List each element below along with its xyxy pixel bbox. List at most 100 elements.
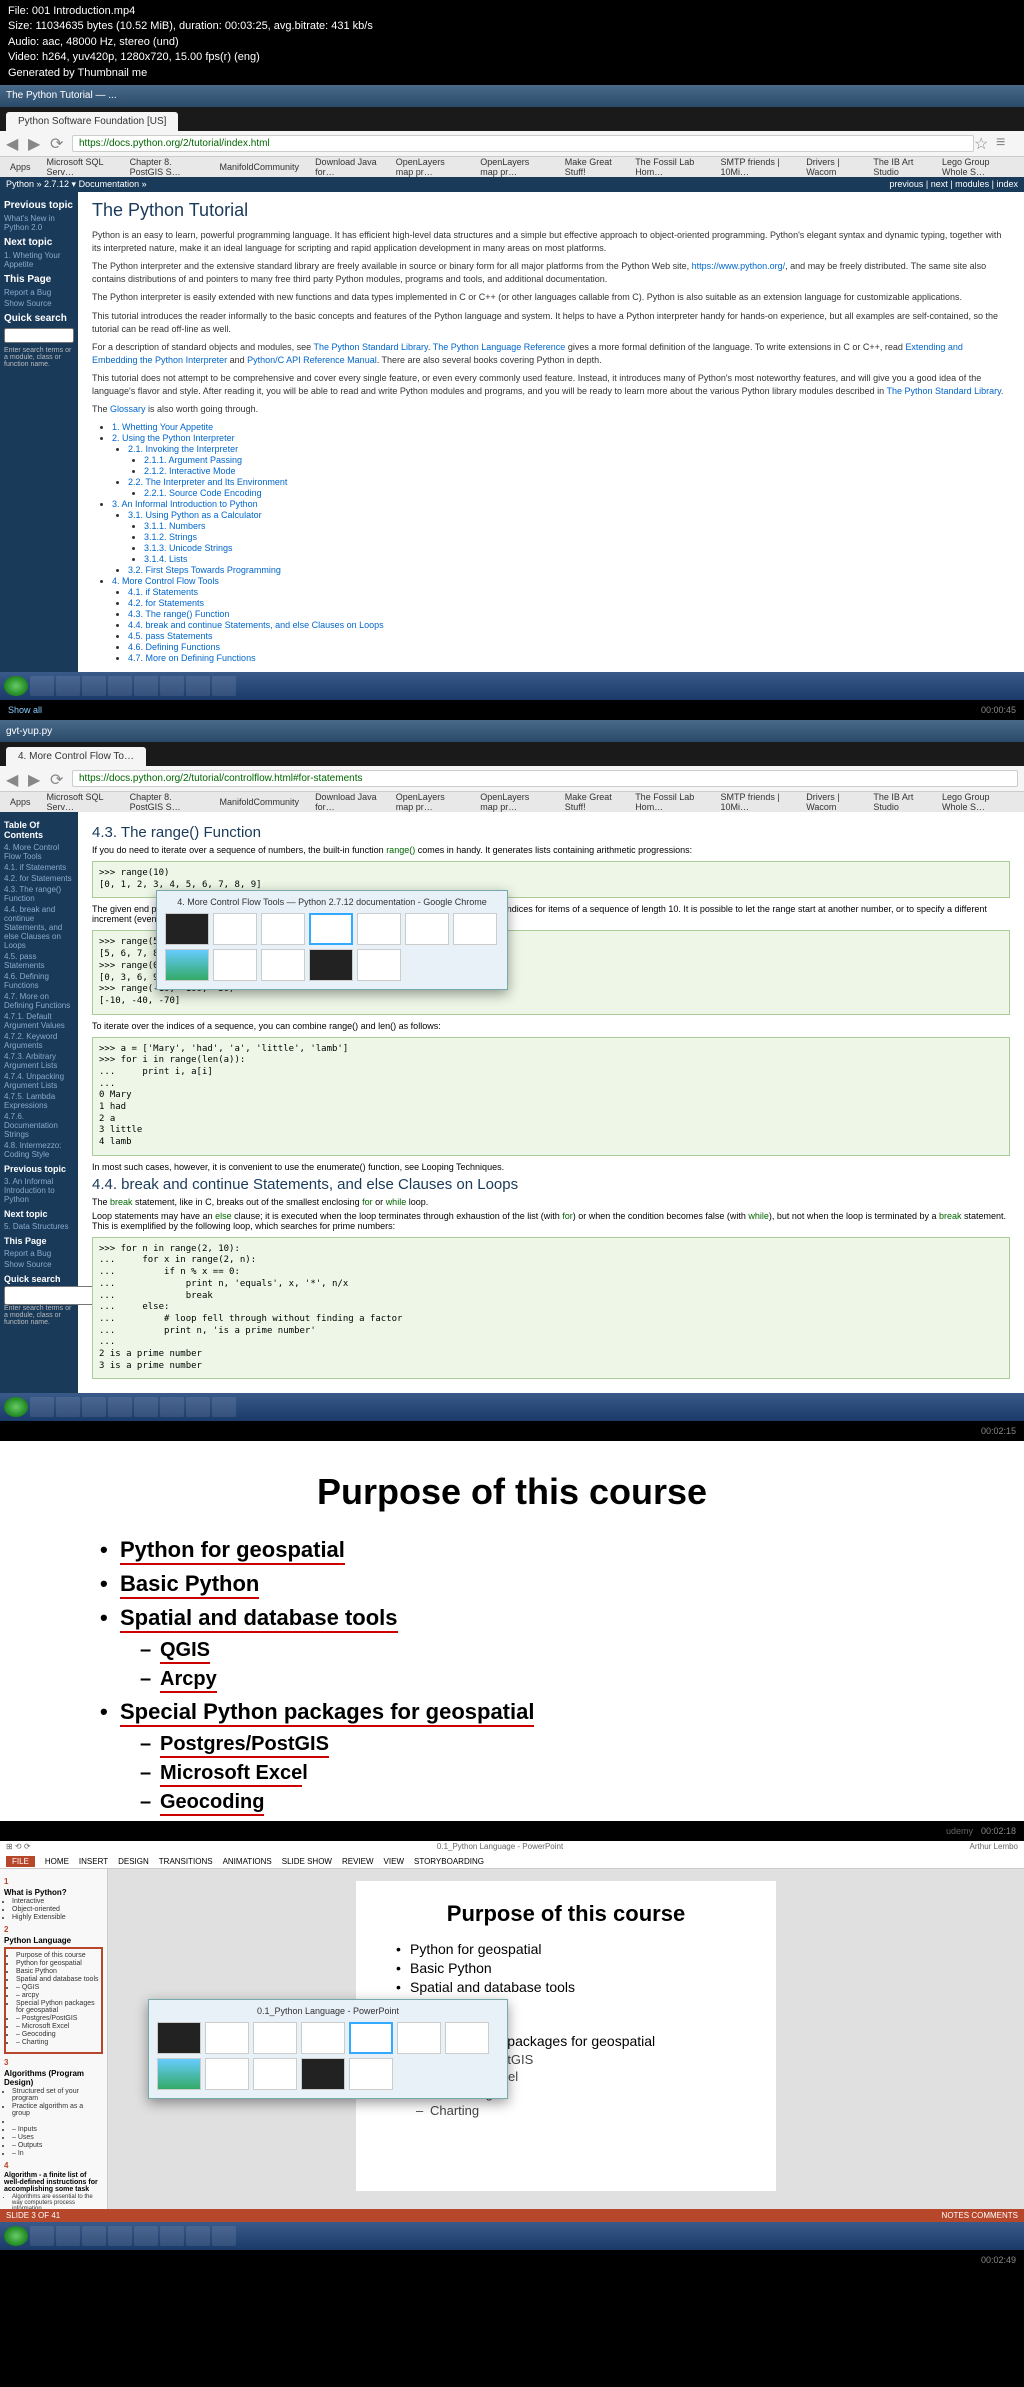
bookmark-item[interactable]: Drivers | Wacom (802, 156, 861, 178)
url-input[interactable]: https://docs.python.org/2/tutorial/index… (72, 135, 974, 152)
start-button[interactable] (4, 2226, 28, 2246)
alt-tab-thumb[interactable] (357, 913, 401, 945)
alt-tab-thumb[interactable] (453, 913, 497, 945)
toc-link[interactable]: 4.7.6. Documentation Strings (4, 1111, 74, 1140)
alt-tab-thumb[interactable] (445, 2022, 489, 2054)
ribbon-tab[interactable]: HOME (45, 1857, 69, 1866)
bookmark-item[interactable]: SMTP friends | 10Mi… (716, 156, 794, 178)
alt-tab-thumb[interactable] (205, 2022, 249, 2054)
toc-link[interactable]: 4.7.4. Unpacking Argument Lists (4, 1071, 74, 1091)
report-bug-link[interactable]: Report a Bug (4, 287, 74, 298)
taskbar-icon[interactable] (160, 1397, 184, 1417)
ribbon-tab[interactable]: REVIEW (342, 1857, 374, 1866)
bookmark-item[interactable]: ManifoldCommunity (216, 161, 304, 173)
toc-link[interactable]: 4.7. More on Defining Functions (4, 991, 74, 1011)
taskbar-icon[interactable] (30, 676, 54, 696)
taskbar-icon[interactable] (134, 1397, 158, 1417)
taskbar-icon[interactable] (82, 2226, 106, 2246)
ribbon-tab[interactable]: FILE (6, 1856, 35, 1867)
toc-link[interactable]: 4.2. for Statements (4, 873, 74, 884)
ribbon-tab[interactable]: TRANSITIONS (159, 1857, 213, 1866)
next-topic-link[interactable]: 1. Wheting Your Appetite (4, 250, 74, 270)
browser-tab[interactable]: Python Software Foundation [US] (6, 112, 178, 131)
toc-link[interactable]: 4. More Control Flow Tools (4, 842, 74, 862)
toc-link[interactable]: 4.7.5. Lambda Expressions (4, 1091, 74, 1111)
alt-tab-thumb[interactable] (213, 913, 257, 945)
langref-link[interactable]: The Python Language Reference (433, 342, 566, 352)
alt-tab-thumb[interactable] (165, 949, 209, 981)
taskbar-icon[interactable] (212, 676, 236, 696)
alt-tab-thumb[interactable] (301, 2022, 345, 2054)
alt-tab-thumb[interactable] (253, 2058, 297, 2090)
alt-tab-thumb[interactable] (213, 949, 257, 981)
taskbar-icon[interactable] (30, 1397, 54, 1417)
toc-link[interactable]: 2.1.1. Argument Passing (144, 455, 242, 465)
taskbar-icon[interactable] (134, 676, 158, 696)
toc-link[interactable]: 2.2.1. Source Code Encoding (144, 488, 262, 498)
taskbar-icon[interactable] (186, 676, 210, 696)
alt-tab-switcher[interactable]: 0.1_Python Language - PowerPoint (148, 1999, 508, 2099)
taskbar-icon[interactable] (56, 2226, 80, 2246)
ribbon-tab[interactable]: INSERT (79, 1857, 108, 1866)
toc-link[interactable]: 4.7.1. Default Argument Values (4, 1011, 74, 1031)
back-icon[interactable]: ◀ (6, 134, 24, 152)
docs-nav-left[interactable]: Python » 2.7.12 ▾ Documentation » (6, 179, 147, 190)
toc-link[interactable]: 4.7.2. Keyword Arguments (4, 1031, 74, 1051)
alt-tab-switcher[interactable]: 4. More Control Flow Tools — Python 2.7.… (156, 890, 508, 990)
stdlib-link-2[interactable]: The Python Standard Library (887, 386, 1001, 396)
toc-link[interactable]: 4.4. break and continue Statements, and … (128, 620, 384, 630)
taskbar-icon[interactable] (56, 676, 80, 696)
toc-link[interactable]: 4.3. The range() Function (4, 884, 74, 904)
slide-canvas[interactable]: Purpose of this course Python for geospa… (108, 1869, 1024, 2209)
bookmark-item[interactable]: OpenLayers map pr… (392, 156, 469, 178)
bookmark-item[interactable]: The Fossil Lab Hom… (631, 791, 708, 813)
toc-link[interactable]: 2.1. Invoking the Interpreter (128, 444, 238, 454)
bookmark-item[interactable]: Drivers | Wacom (802, 791, 861, 813)
bookmark-item[interactable]: Make Great Stuff! (561, 156, 623, 178)
taskbar-icon[interactable] (212, 1397, 236, 1417)
toc-link[interactable]: 4.8. Intermezzo: Coding Style (4, 1140, 74, 1160)
toc-link[interactable]: 3.1.2. Strings (144, 532, 197, 542)
start-button[interactable] (4, 1397, 28, 1417)
reload-icon[interactable]: ⟳ (50, 770, 68, 788)
alt-tab-thumb[interactable] (157, 2022, 201, 2054)
alt-tab-thumb[interactable] (301, 2058, 345, 2090)
report-bug-link[interactable]: Report a Bug (4, 1248, 74, 1259)
alt-tab-thumb[interactable] (405, 913, 449, 945)
toc-link[interactable]: 3.1.3. Unicode Strings (144, 543, 233, 553)
bookmark-item[interactable]: Lego Group Whole S… (938, 791, 1018, 813)
toc-link[interactable]: 3.2. First Steps Towards Programming (128, 565, 281, 575)
show-source-link[interactable]: Show Source (4, 298, 74, 309)
alt-tab-thumb[interactable] (261, 913, 305, 945)
bookmark-item[interactable]: Apps (6, 161, 35, 173)
next-topic-link[interactable]: 5. Data Structures (4, 1221, 74, 1232)
bookmark-item[interactable]: The Fossil Lab Hom… (631, 156, 708, 178)
status-right[interactable]: NOTES COMMENTS (942, 2211, 1018, 2220)
docs-nav-right[interactable]: previous | next | modules | index (889, 179, 1018, 190)
glossary-link[interactable]: Glossary (110, 404, 146, 414)
toc-link[interactable]: 2.1.2. Interactive Mode (144, 466, 236, 476)
forward-icon[interactable]: ▶ (28, 134, 46, 152)
toc-link[interactable]: 4.5. pass Statements (128, 631, 213, 641)
taskbar-icon[interactable] (108, 2226, 132, 2246)
prev-topic-link[interactable]: 3. An Informal Introduction to Python (4, 1176, 74, 1205)
alt-tab-thumb[interactable] (309, 949, 353, 981)
quick-access-toolbar[interactable]: ⊞ ⟲ ⟳ (6, 1842, 31, 1854)
bookmark-item[interactable]: OpenLayers map pr… (392, 791, 469, 813)
quick-search-input[interactable] (4, 328, 74, 343)
bookmark-item[interactable]: Download Java for… (311, 791, 384, 813)
alt-tab-thumb[interactable] (357, 949, 401, 981)
alt-tab-thumb[interactable] (261, 949, 305, 981)
bookmark-item[interactable]: Apps (6, 796, 35, 808)
bookmark-item[interactable]: Download Java for… (311, 156, 384, 178)
bookmark-item[interactable]: SMTP friends | 10Mi… (716, 791, 794, 813)
alt-tab-thumb[interactable] (165, 913, 209, 945)
toc-link[interactable]: 3.1. Using Python as a Calculator (128, 510, 262, 520)
taskbar-icon[interactable] (134, 2226, 158, 2246)
star-icon[interactable]: ☆ (974, 134, 992, 152)
taskbar-icon[interactable] (108, 676, 132, 696)
alt-tab-thumb[interactable] (253, 2022, 297, 2054)
toc-link[interactable]: 4.7.3. Arbitrary Argument Lists (4, 1051, 74, 1071)
bookmark-item[interactable]: ManifoldCommunity (216, 796, 304, 808)
bookmark-item[interactable]: Microsoft SQL Serv… (43, 156, 118, 178)
